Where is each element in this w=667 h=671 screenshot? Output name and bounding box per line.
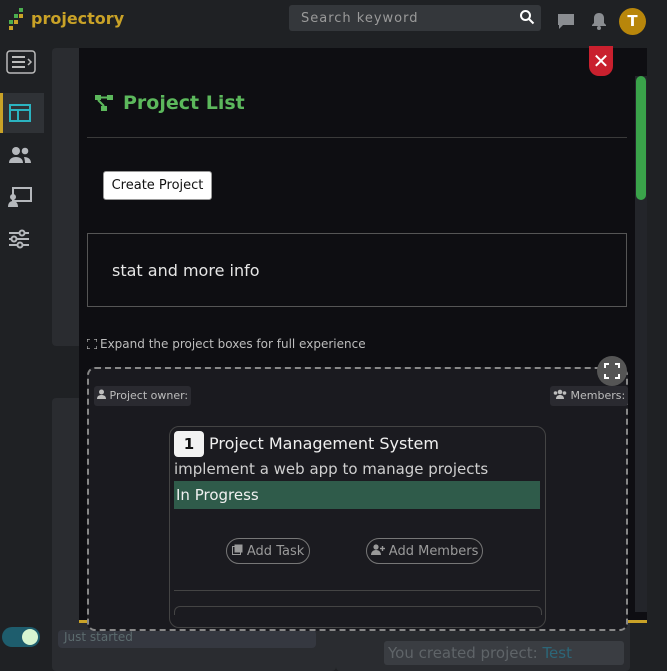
add-members-button[interactable]: Add Members bbox=[366, 538, 483, 564]
sidebar-item-settings[interactable] bbox=[0, 219, 44, 259]
project-number: 1 bbox=[174, 431, 204, 457]
sidebar-menu-icon bbox=[6, 50, 36, 74]
project-owner-label: Project owner: bbox=[94, 386, 192, 406]
stat-box: stat and more info bbox=[87, 233, 627, 307]
modal-title: Project List bbox=[123, 92, 245, 114]
add-task-button[interactable]: Add Task bbox=[226, 538, 310, 564]
moon-icon bbox=[22, 629, 38, 645]
sidebar-item-projects[interactable] bbox=[0, 93, 44, 133]
background-status-text: Just started bbox=[64, 630, 133, 644]
sidebar-item-presentations[interactable] bbox=[0, 177, 44, 217]
projectory-logo-icon bbox=[9, 8, 23, 30]
sidebar-item-members[interactable] bbox=[0, 135, 44, 175]
expand-hint-icon bbox=[87, 339, 97, 349]
sidebar-toggle[interactable] bbox=[0, 43, 44, 83]
project-card[interactable] bbox=[169, 426, 546, 628]
close-button[interactable]: ✕ bbox=[589, 46, 613, 76]
card-inner-section bbox=[174, 606, 542, 615]
user-icon bbox=[97, 389, 106, 399]
user-avatar[interactable]: T bbox=[619, 8, 646, 35]
background-status: Just started bbox=[58, 630, 316, 648]
search-input[interactable] bbox=[289, 5, 504, 31]
card-divider bbox=[174, 590, 540, 591]
add-task-label: Add Task bbox=[246, 543, 305, 559]
theme-toggle[interactable] bbox=[2, 627, 40, 647]
sidebar bbox=[0, 40, 44, 671]
table-icon bbox=[9, 104, 31, 122]
expand-icon bbox=[604, 363, 620, 379]
expand-button[interactable] bbox=[597, 356, 627, 386]
add-user-icon bbox=[370, 543, 385, 555]
stat-text: stat and more info bbox=[112, 261, 260, 280]
create-project-button[interactable]: Create Project bbox=[103, 171, 212, 200]
chat-icon[interactable] bbox=[557, 12, 575, 30]
add-members-label: Add Members bbox=[388, 543, 479, 559]
project-description: implement a web app to manage projects bbox=[174, 460, 489, 478]
modal-scrollbar-thumb[interactable] bbox=[636, 76, 646, 200]
expand-hint: Expand the project boxes for full experi… bbox=[100, 337, 366, 351]
activity-text: You created project: bbox=[388, 644, 538, 662]
top-bar: projectory T bbox=[0, 0, 667, 40]
project-status: In Progress bbox=[174, 481, 540, 509]
brand-name[interactable]: projectory bbox=[31, 9, 124, 28]
owner-label-text: Project owner: bbox=[109, 389, 189, 402]
users-icon bbox=[9, 147, 31, 163]
activity-link[interactable]: Test bbox=[542, 644, 572, 662]
add-task-icon bbox=[231, 544, 243, 555]
project-diagram-icon bbox=[95, 95, 113, 111]
members-label-text: Members: bbox=[570, 389, 626, 402]
users-small-icon bbox=[553, 389, 567, 399]
title-divider bbox=[87, 137, 627, 138]
search-icon[interactable] bbox=[519, 9, 535, 25]
project-name[interactable]: Project Management System bbox=[209, 434, 439, 453]
members-label: Members: bbox=[550, 386, 629, 406]
search-box bbox=[289, 5, 541, 31]
presentation-icon bbox=[8, 187, 32, 207]
sliders-icon bbox=[9, 229, 29, 249]
activity-item: You created project: Test bbox=[384, 641, 624, 665]
bell-icon[interactable] bbox=[590, 12, 608, 30]
